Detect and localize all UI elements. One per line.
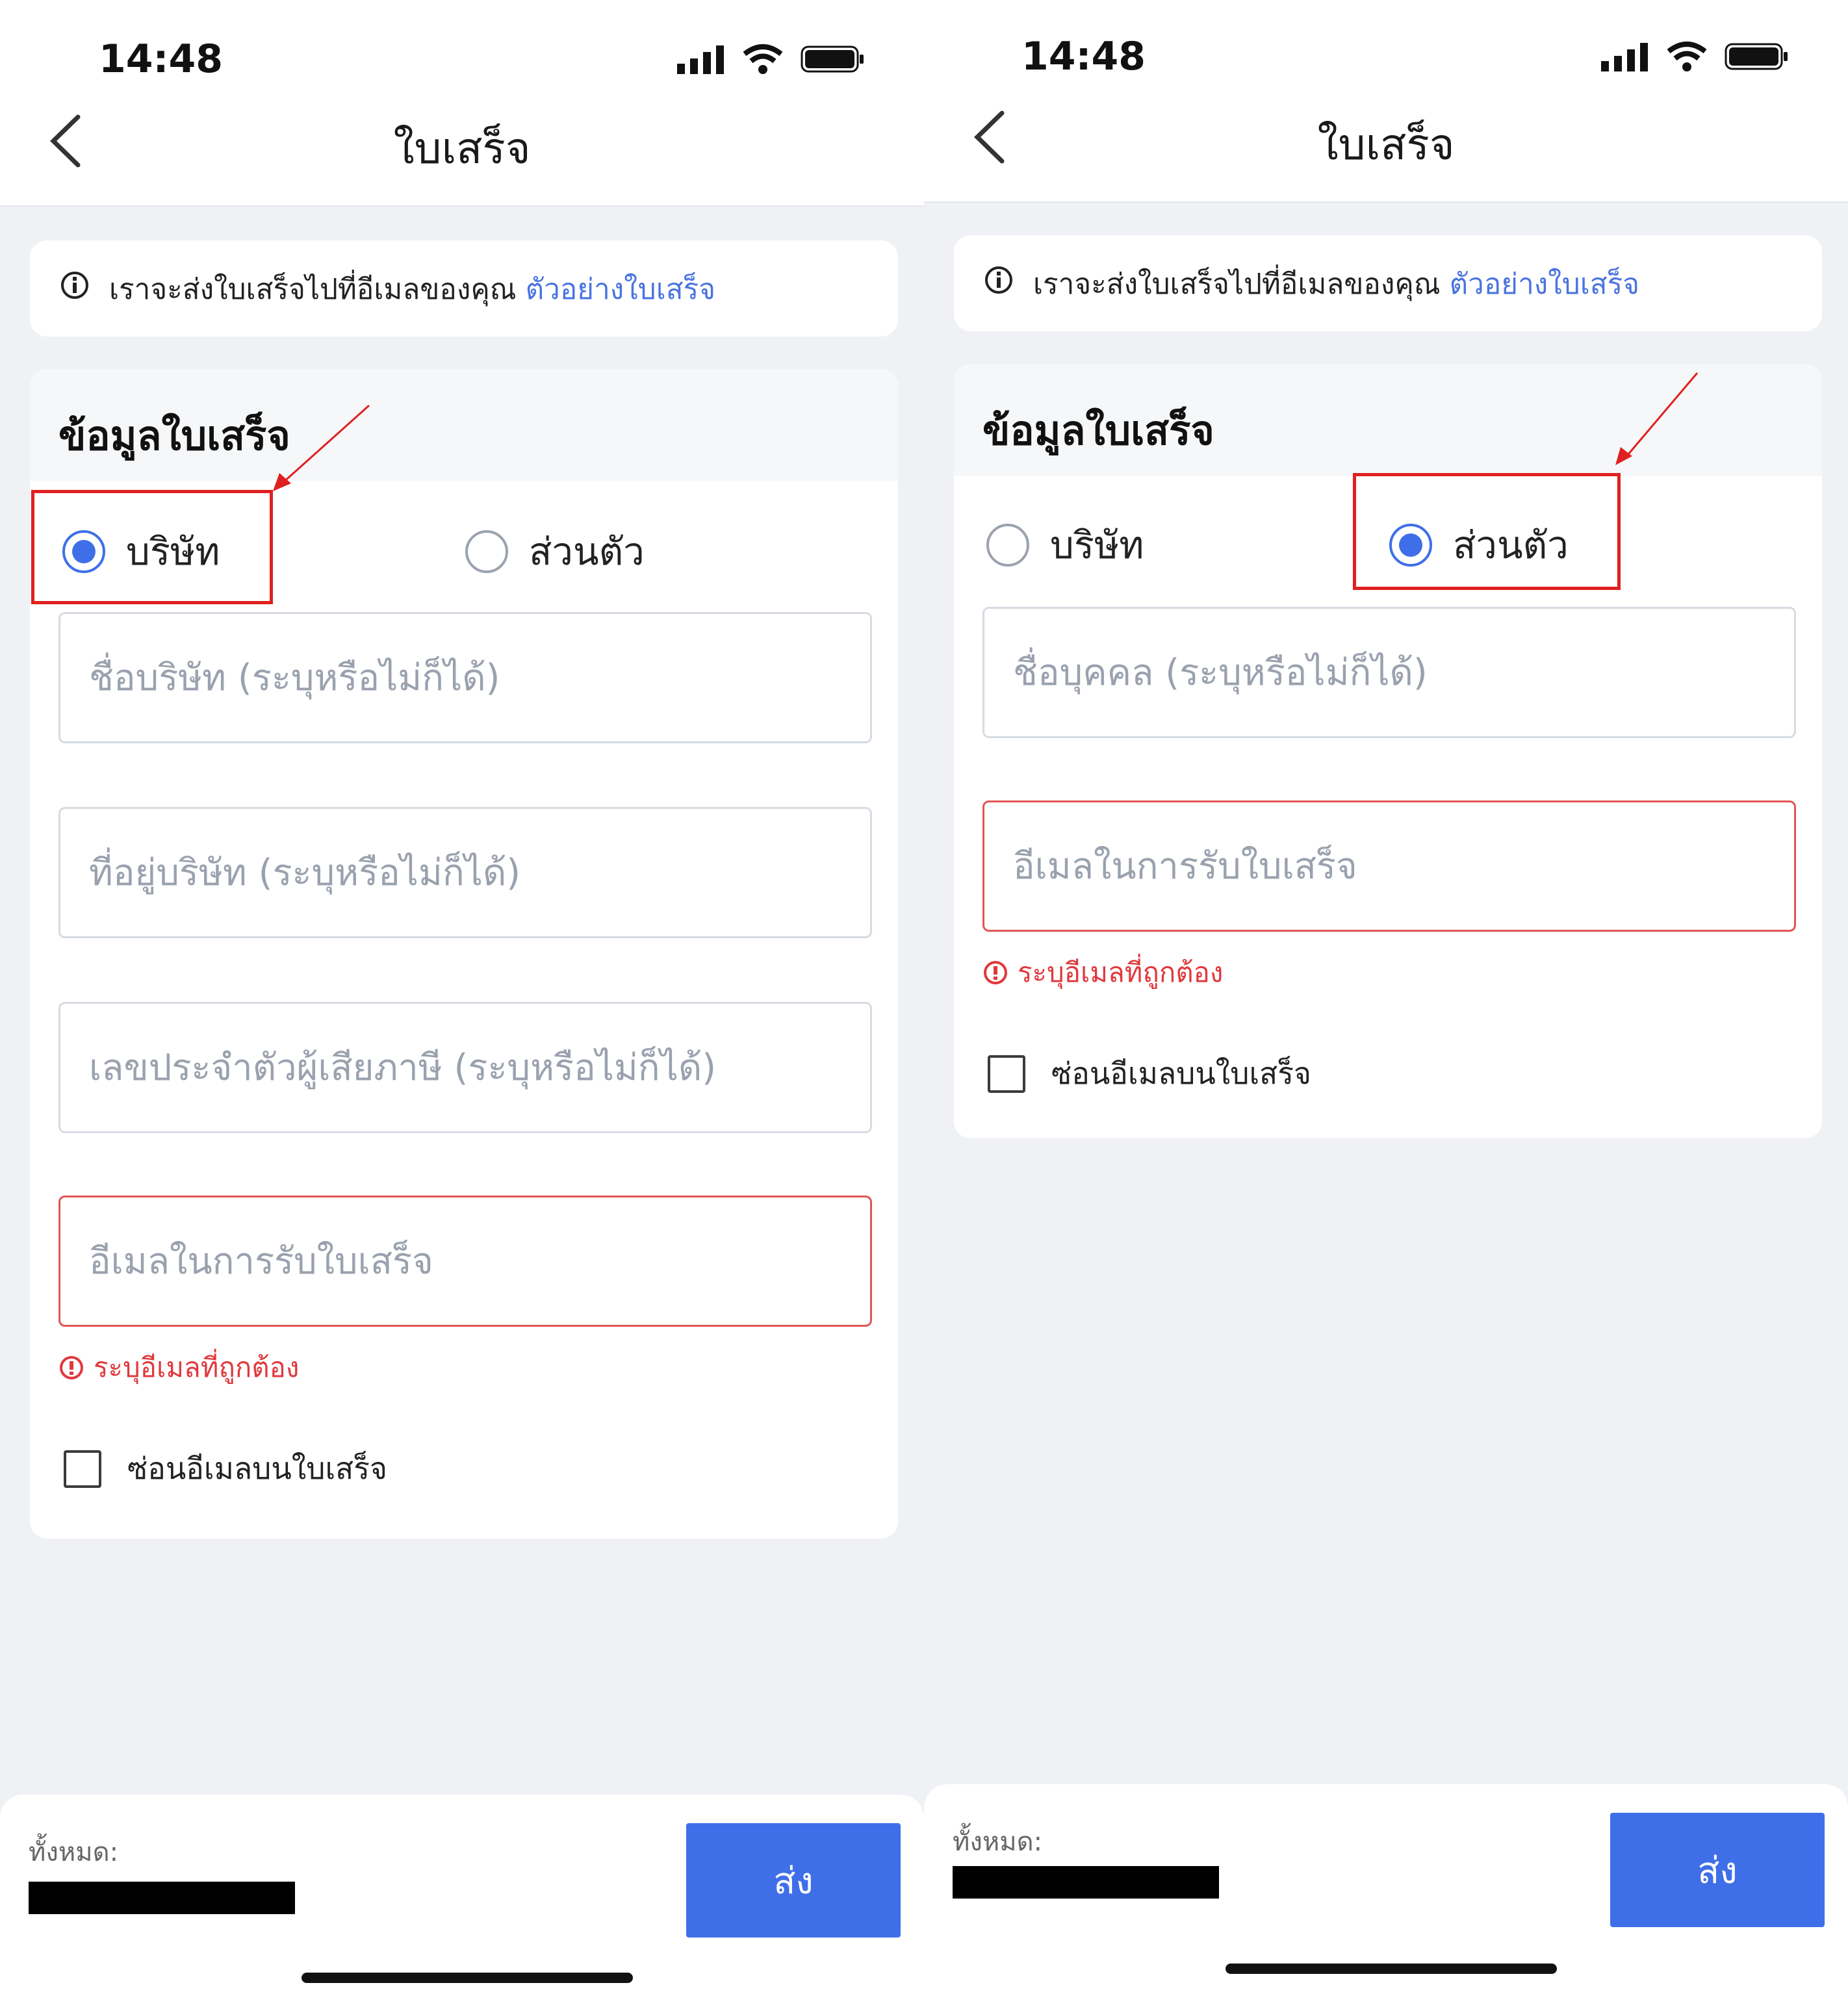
person-name-input[interactable]: [982, 607, 1796, 738]
home-indicator: [1226, 1964, 1557, 1974]
wifi-icon: [1667, 42, 1707, 71]
error-icon: [60, 1356, 83, 1379]
info-icon: [61, 272, 88, 299]
signal-icon: [1601, 43, 1648, 71]
hide-email-row[interactable]: ซ่อนอีเมลบนใบเสร็จ: [988, 1050, 1311, 1097]
status-time: 14:48: [99, 36, 223, 82]
receipt-form-card: ข้อมูลใบเสร็จ บริษัท ส่วนตัว ระบุอีเมลที…: [954, 364, 1822, 1138]
tax-id-input[interactable]: [58, 1002, 872, 1133]
page-title: ใบเสร็จ: [393, 123, 531, 173]
annotation-arrow-icon: [273, 404, 370, 491]
app-header: 14:48 ใบเสร็จ: [0, 0, 924, 207]
status-icons: [677, 43, 866, 75]
hide-email-row[interactable]: ซ่อนอีเมลบนใบเสร็จ: [64, 1445, 387, 1492]
highlight-box: [1353, 473, 1621, 590]
send-button[interactable]: ส่ง: [1610, 1813, 1825, 1927]
total-label: ทั้งหมด:: [29, 1837, 119, 1867]
info-message: เราจะส่งใบเสร็จไปที่อีเมลของคุณ: [109, 273, 517, 306]
form-title: ข้อมูลใบเสร็จ: [982, 407, 1214, 454]
send-button[interactable]: ส่ง: [686, 1823, 901, 1938]
email-error: ระบุอีเมลที่ถูกต้อง: [58, 1346, 299, 1389]
home-indicator: [302, 1973, 633, 1983]
info-text: เราจะส่งใบเสร็จไปที่อีเมลของคุณ ตัวอย่างใ…: [1033, 261, 1639, 307]
receipt-example-link[interactable]: ตัวอย่างใบเสร็จ: [526, 273, 715, 306]
radio-company-label: บริษัท: [1050, 523, 1144, 567]
wifi-icon: [743, 44, 783, 74]
hide-email-label: ซ่อนอีเมลบนใบเสร็จ: [127, 1451, 387, 1486]
company-address-input[interactable]: [58, 807, 872, 938]
screen-company: 14:48 ใบเสร็จ เราจะส่งใบเสร็จไปที่อีเมลข…: [0, 0, 924, 1996]
status-time: 14:48: [1021, 34, 1146, 79]
radio-personal-label: ส่วนตัว: [529, 530, 645, 574]
signal-icon: [677, 45, 724, 74]
form-header: ข้อมูลใบเสร็จ: [30, 369, 898, 481]
radio-company[interactable]: บริษัท: [986, 515, 1144, 575]
form-title: ข้อมูลใบเสร็จ: [58, 412, 290, 459]
radio-personal[interactable]: ส่วนตัว: [465, 521, 645, 582]
info-card: เราจะส่งใบเสร็จไปที่อีเมลของคุณ ตัวอย่างใ…: [30, 240, 898, 337]
bottom-bar: ทั้งหมด: ส่ง: [0, 1795, 924, 1996]
battery-icon: [1725, 43, 1788, 70]
email-input[interactable]: [58, 1196, 872, 1327]
radio-personal-unselected[interactable]: [465, 530, 508, 573]
info-card: เราจะส่งใบเสร็จไปที่อีเมลของคุณ ตัวอย่างใ…: [954, 235, 1822, 331]
radio-company-unselected[interactable]: [986, 523, 1029, 567]
info-text: เราจะส่งใบเสร็จไปที่อีเมลของคุณ ตัวอย่างใ…: [109, 266, 715, 312]
hide-email-label: ซ่อนอีเมลบนใบเสร็จ: [1051, 1056, 1311, 1091]
status-icons: [1601, 40, 1790, 73]
receipt-form-card: ข้อมูลใบเสร็จ บริษัท ส่วนตัว ระบุอีเมลที…: [30, 369, 898, 1539]
error-icon: [984, 961, 1007, 984]
battery-icon: [801, 45, 864, 73]
page-title: ใบเสร็จ: [1317, 120, 1455, 170]
email-error-text: ระบุอีเมลที่ถูกต้อง: [1018, 956, 1224, 988]
receipt-example-link[interactable]: ตัวอย่างใบเสร็จ: [1450, 268, 1639, 301]
hide-email-checkbox[interactable]: [64, 1450, 101, 1488]
hide-email-checkbox[interactable]: [988, 1055, 1025, 1093]
total-label: ทั้งหมด:: [953, 1827, 1043, 1857]
highlight-box: [31, 490, 273, 604]
redacted-total: [953, 1866, 1219, 1899]
email-error: ระบุอีเมลที่ถูกต้อง: [982, 951, 1223, 994]
annotation-arrow-icon: [1615, 372, 1699, 465]
email-input[interactable]: [982, 800, 1796, 932]
redacted-total: [29, 1882, 295, 1914]
info-message: เราจะส่งใบเสร็จไปที่อีเมลของคุณ: [1033, 268, 1441, 301]
app-header: 14:48 ใบเสร็จ: [924, 0, 1848, 203]
company-name-input[interactable]: [58, 612, 872, 743]
info-icon: [985, 266, 1012, 294]
screen-personal: 14:48 ใบเสร็จ เราจะส่งใบเสร็จไปที่อีเมลข…: [924, 0, 1848, 1996]
email-error-text: ระบุอีเมลที่ถูกต้อง: [94, 1351, 300, 1383]
